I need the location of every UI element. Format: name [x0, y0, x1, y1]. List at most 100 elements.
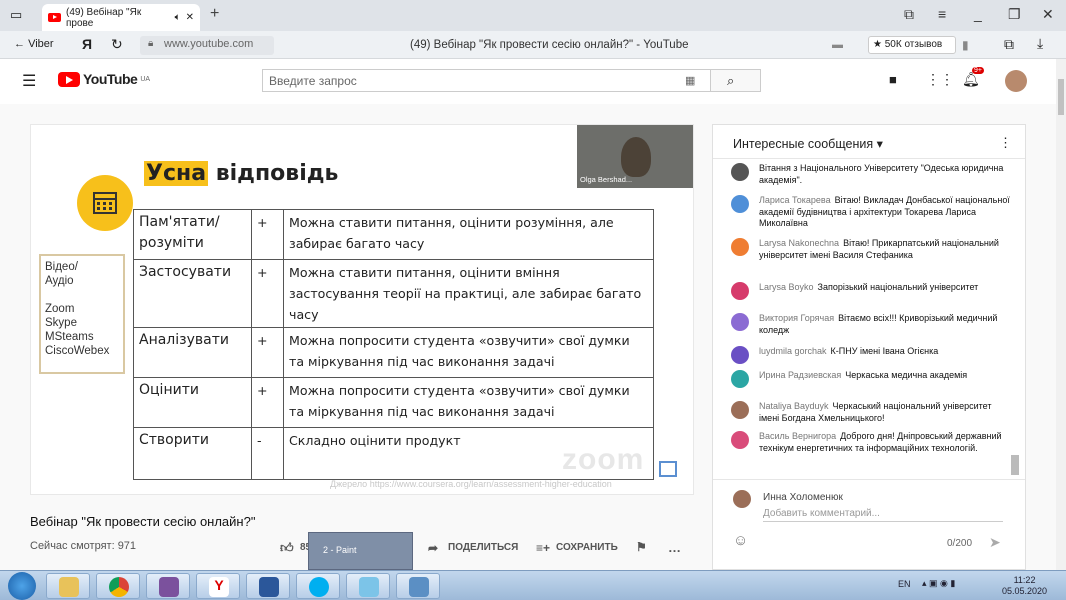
share-icon[interactable]: ➦ — [428, 541, 438, 555]
table-cell-sign: + — [251, 327, 284, 378]
save-button[interactable]: СОХРАНИТЬ — [556, 542, 618, 553]
table-cell-action: Аналізувати — [133, 327, 252, 378]
new-tab-icon[interactable]: + — [210, 5, 219, 23]
page-scrollbar[interactable] — [1056, 59, 1066, 570]
lock-icon: 🔒︎ — [148, 38, 154, 49]
notification-badge: 9+ — [972, 67, 984, 74]
chat-header[interactable]: Интересные сообщения ▾ ⋮ — [713, 125, 1025, 159]
sidebar-toggle-icon[interactable]: ▭ — [10, 7, 22, 23]
yandex-button[interactable]: Я — [82, 36, 92, 52]
chat-message[interactable]: luydmila gorchak К-ПНУ імені Івана Огієнк… — [731, 346, 1011, 364]
speaker-camera: Olga Bershad... — [577, 125, 693, 188]
youtube-play-icon — [58, 71, 80, 87]
clock[interactable]: 11:22 05.05.2020 — [1002, 575, 1047, 597]
word-icon — [259, 577, 279, 597]
chat-menu-icon[interactable]: ⋮ — [999, 135, 1012, 151]
chat-author: Василь Вернигора — [759, 431, 837, 441]
emoji-icon[interactable]: ☺ — [733, 532, 748, 549]
chat-message[interactable]: Nataliya Bayduyk Черкаський національний … — [731, 401, 1011, 424]
video-title: Вебінар "Як провести сесію онлайн?" — [30, 514, 256, 529]
reload-icon[interactable]: ↻ — [111, 36, 123, 53]
taskbar-word[interactable] — [246, 573, 290, 599]
search-button[interactable]: ⌕ — [711, 69, 761, 92]
bookmark-icon[interactable]: ▮ — [962, 38, 969, 52]
send-icon[interactable]: ➤ — [989, 534, 1001, 551]
taskbar-yandex[interactable]: Y — [196, 573, 240, 599]
chat-author: Larysa Nakonechna — [759, 238, 840, 248]
url-field[interactable]: 🔒︎ www.youtube.com — [140, 36, 274, 55]
chat-input-area: Инна Холоменюк Добавить комментарий... ☺… — [713, 479, 1025, 569]
search-placeholder: Введите запрос — [269, 74, 357, 88]
chat-author: Лариса Токарева — [759, 195, 831, 205]
minimize-icon[interactable]: _ — [974, 6, 982, 22]
video-player[interactable]: Усна відповідь Відео/ Аудіо Zoom Skype M… — [30, 124, 694, 495]
menu-icon[interactable]: ≡ — [938, 6, 946, 22]
chat-message[interactable]: Василь Вернигора Доброго дня! Дніпровськи… — [731, 431, 1011, 454]
chat-message[interactable]: Виктория Горячая Вітаємо всіх!!! Криворіз… — [731, 313, 1011, 336]
tray-language[interactable]: EN — [898, 579, 911, 589]
taskbar-paint[interactable] — [346, 573, 390, 599]
chat-message[interactable]: Larysa Nakonechna Вітаю! Прикарпатський н… — [731, 238, 1011, 261]
table-cell-action: Оцінити — [133, 377, 252, 428]
taskbar-preview-paint[interactable]: 2 - Paint — [308, 532, 413, 570]
flag-icon[interactable]: ⚑ — [636, 540, 647, 554]
save-icon[interactable]: ≡+ — [536, 541, 550, 555]
tools-line: MSteams — [45, 331, 94, 343]
chat-message[interactable]: Ирина Радзиевская Черкаська медична акаде… — [731, 370, 1011, 388]
taskbar-explorer[interactable] — [46, 573, 90, 599]
keyboard-icon[interactable]: ▦ — [685, 74, 695, 87]
chat-message-body: Ирина Радзиевская Черкаська медична акаде… — [759, 370, 1011, 382]
taskbar-skype[interactable] — [296, 573, 340, 599]
back-button[interactable]: ← Viber — [14, 38, 54, 50]
chat-author: luydmila gorchak — [759, 346, 827, 356]
viewer-count: Сейчас смотрят: 971 — [30, 540, 137, 552]
source-text: Джерело https://www.coursera.org/learn/a… — [330, 479, 612, 489]
chat-text: Черкаська медична академія — [845, 370, 968, 380]
restore-icon[interactable]: ❐ — [1008, 6, 1021, 23]
chat-message[interactable]: Larysa Boyko Запорізький національний уні… — [731, 282, 1011, 300]
browser-tab[interactable]: (49) Вебінар "Як прове 🔈︎ ✕ — [42, 4, 200, 31]
audio-icon[interactable]: 🔈︎ — [175, 12, 181, 23]
reader-icon[interactable]: ▬ — [832, 39, 843, 51]
reviews-button[interactable]: ★ 50К отзывов — [868, 36, 956, 54]
viber-icon — [159, 577, 179, 597]
downloads-icon[interactable]: ⤓ — [1037, 35, 1043, 52]
close-window-icon[interactable]: ✕ — [1042, 6, 1054, 23]
chat-message[interactable]: Лариса Токарева Вітаю! Викладач Донбасько… — [731, 195, 1011, 230]
create-video-icon[interactable]: ■ — [889, 72, 897, 87]
extension-icon[interactable]: ⧉ — [1004, 36, 1014, 53]
speaker-name: Olga Bershad... — [580, 175, 633, 184]
taskbar-viber[interactable] — [146, 573, 190, 599]
share-button[interactable]: ПОДЕЛИТЬСЯ — [448, 542, 518, 553]
chat-avatar — [731, 282, 749, 300]
chat-message-body: Василь Вернигора Доброго дня! Дніпровськи… — [759, 431, 1011, 454]
tray-icons[interactable]: ▴ ▣ ◉ ▮ — [922, 578, 955, 589]
comment-input[interactable]: Добавить комментарий... — [763, 508, 1003, 522]
chat-avatar — [731, 370, 749, 388]
taskbar-chrome[interactable] — [96, 573, 140, 599]
apps-icon[interactable]: ⋮⋮ — [926, 71, 954, 88]
tab-close-icon[interactable]: ✕ — [186, 12, 194, 23]
chat-text: Вітання з Національного Університету "Од… — [759, 163, 1004, 185]
miniplayer-icon[interactable] — [659, 461, 677, 477]
tools-line: CiscoWebex — [45, 345, 110, 357]
chat-scroll-thumb[interactable] — [1011, 455, 1019, 475]
chat-message-body: Larysa Boyko Запорізький національний уні… — [759, 282, 1011, 294]
start-button[interactable] — [8, 572, 36, 600]
more-icon[interactable]: … — [668, 540, 681, 555]
chat-message[interactable]: Вітання з Національного Університету "Од… — [731, 163, 1011, 186]
like-icon[interactable]: 👍︎ — [280, 540, 294, 556]
avatar[interactable] — [1005, 70, 1027, 92]
tabs-icon[interactable]: ⧉ — [904, 6, 914, 23]
hamburger-menu-icon[interactable]: ☰ — [22, 71, 36, 91]
live-chat: Интересные сообщения ▾ ⋮ Вітання з Націо… — [712, 124, 1026, 570]
search-input[interactable]: Введите запрос ▦ — [262, 69, 711, 92]
scroll-thumb[interactable] — [1058, 79, 1064, 115]
skype-icon — [309, 577, 329, 597]
yandex-icon: Y — [209, 577, 229, 597]
youtube-logo[interactable]: YouTube UA — [58, 71, 150, 87]
taskbar-window[interactable] — [396, 573, 440, 599]
speaker-face — [621, 137, 651, 177]
chat-message-body: Вітання з Національного Університету "Од… — [759, 163, 1011, 186]
chat-message-body: Лариса Токарева Вітаю! Викладач Донбасько… — [759, 195, 1011, 230]
